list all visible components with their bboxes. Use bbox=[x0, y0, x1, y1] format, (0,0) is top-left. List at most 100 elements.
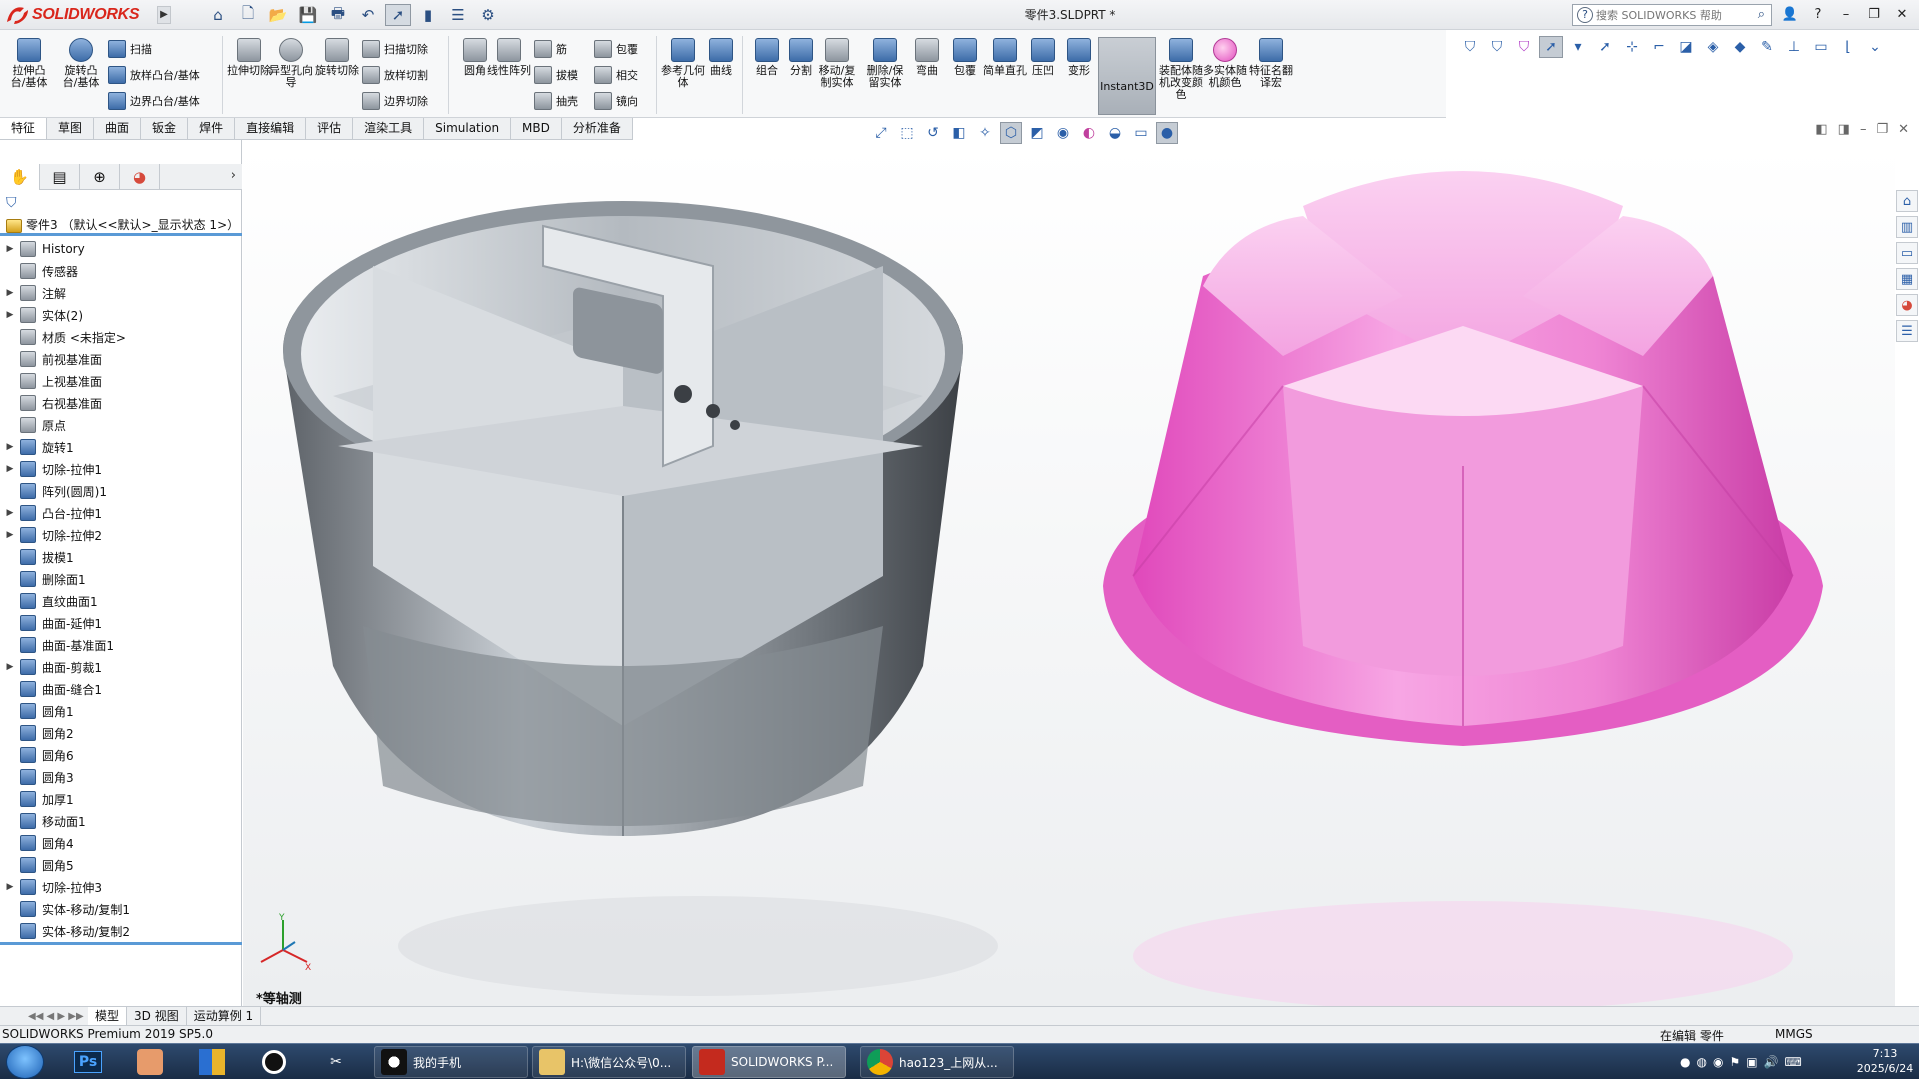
delete-keep-body-button[interactable]: 删除/保留实体 bbox=[862, 36, 908, 116]
start-button[interactable] bbox=[6, 1045, 44, 1079]
home-icon[interactable]: ⌂ bbox=[205, 4, 231, 26]
dynamic-annotation-icon[interactable]: ✧ bbox=[974, 122, 996, 144]
taskbar-window-folder[interactable]: H:\微信公众号\0... bbox=[532, 1046, 686, 1078]
view-orientation-icon[interactable]: ⬡ bbox=[1000, 122, 1022, 144]
tab-surfaces[interactable]: 曲面 bbox=[94, 118, 142, 139]
configuration-manager-tab-icon[interactable]: ⊕ bbox=[80, 164, 120, 190]
solidworks-logo[interactable]: SOLIDWORKS bbox=[4, 3, 154, 27]
feature-translate-macro-button[interactable]: 特征名翻译宏 bbox=[1248, 36, 1294, 116]
tree-item[interactable]: 前视基准面 bbox=[0, 348, 242, 370]
photoshop-icon[interactable]: Ps bbox=[66, 1046, 110, 1078]
minimize-button[interactable]: – bbox=[1833, 4, 1859, 26]
tab-render-tools[interactable]: 渲染工具 bbox=[353, 118, 425, 139]
body-filter-icon[interactable]: ◆ bbox=[1728, 36, 1752, 58]
taskbar-window-browser[interactable]: hao123_上网从... bbox=[860, 1046, 1014, 1078]
extrude-boss-button[interactable]: 拉伸凸台/基体 bbox=[6, 36, 52, 116]
select-dropdown-icon[interactable]: ▾ bbox=[1566, 36, 1590, 58]
file-properties-icon[interactable]: ☰ bbox=[445, 4, 471, 26]
filter-toggle-icon[interactable]: ⛉ bbox=[1485, 36, 1509, 58]
tree-item[interactable]: 圆角6 bbox=[0, 744, 242, 766]
custom-properties-icon[interactable]: ☰ bbox=[1896, 320, 1918, 342]
boundary-boss-button[interactable]: 边界凸台/基体 bbox=[108, 90, 200, 112]
taskbar-window-phone[interactable]: 我的手机 bbox=[374, 1046, 528, 1078]
tree-item[interactable]: ▶ 旋转1 bbox=[0, 436, 242, 458]
units-selector[interactable]: MMGS bbox=[1775, 1027, 1813, 1041]
assembly-random-color-button[interactable]: 装配体随机改变颜色 bbox=[1158, 36, 1204, 116]
tab-model[interactable]: 模型 bbox=[88, 1007, 128, 1025]
revolve-cut-button[interactable]: 旋转切除 bbox=[314, 36, 360, 116]
open-icon[interactable]: 📂 bbox=[265, 4, 291, 26]
tools-icon[interactable]: ✂ bbox=[314, 1046, 358, 1078]
extrude-cut-button[interactable]: 拉伸切除 bbox=[226, 36, 272, 116]
tab-sketch[interactable]: 草图 bbox=[47, 118, 95, 139]
expand-arrow-icon[interactable]: ▶ bbox=[0, 508, 20, 518]
tree-item[interactable]: ▶ 凸台-拉伸1 bbox=[0, 502, 242, 524]
user-icon[interactable]: 👤 bbox=[1777, 4, 1803, 26]
zoom-to-area-icon[interactable]: ⬚ bbox=[896, 122, 918, 144]
expand-arrow-icon[interactable]: ▶ bbox=[0, 310, 20, 320]
viewport-restore-button[interactable]: ❐ bbox=[1876, 122, 1888, 137]
resources-icon[interactable]: ⌂ bbox=[1896, 190, 1918, 212]
tree-item[interactable]: ▶ History bbox=[0, 238, 242, 260]
collapse-toolbar-icon[interactable]: ⌄ bbox=[1863, 36, 1887, 58]
search-icon[interactable]: ⌕ bbox=[1758, 7, 1765, 22]
property-manager-tab-icon[interactable]: ▤ bbox=[40, 164, 80, 190]
search-input[interactable] bbox=[1596, 8, 1756, 22]
instant3d-button[interactable]: Instant3D bbox=[1098, 37, 1156, 115]
feature-tree-root[interactable]: 零件3 （默认<<默认>_显示状态 1>） bbox=[6, 216, 239, 233]
feature-manager-tab-icon[interactable]: ✋ bbox=[0, 164, 40, 190]
tree-item[interactable]: 圆角3 bbox=[0, 766, 242, 788]
options-icon[interactable]: ⚙ bbox=[475, 4, 501, 26]
zoom-to-fit-icon[interactable]: ⤢ bbox=[870, 122, 892, 144]
tree-item[interactable]: 删除面1 bbox=[0, 568, 242, 590]
expand-arrow-icon[interactable]: ▶ bbox=[0, 882, 20, 892]
help-menu-icon[interactable]: ? bbox=[1805, 4, 1831, 26]
tree-item[interactable]: 圆角4 bbox=[0, 832, 242, 854]
tray-volume-icon[interactable]: 🔊 bbox=[1764, 1055, 1779, 1069]
axis-filter-icon[interactable]: ⌊ bbox=[1836, 36, 1860, 58]
select-arrow-icon[interactable]: ➚ bbox=[1539, 36, 1563, 58]
tree-item[interactable]: 移动面1 bbox=[0, 810, 242, 832]
rollback-bar[interactable] bbox=[0, 942, 242, 945]
taskbar-window-solidworks[interactable]: SOLIDWORKS P... bbox=[692, 1046, 846, 1078]
move-copy-body-button[interactable]: 移动/复制实体 bbox=[814, 36, 860, 116]
realview-icon[interactable]: ● bbox=[1156, 122, 1178, 144]
record-icon[interactable] bbox=[252, 1046, 296, 1078]
dimension-filter-icon[interactable]: ⊥ bbox=[1782, 36, 1806, 58]
display-manager-tab-icon[interactable]: ◕ bbox=[120, 164, 160, 190]
gray-bucket-body[interactable] bbox=[283, 201, 963, 836]
tab-simulation[interactable]: Simulation bbox=[424, 118, 512, 139]
restore-button[interactable]: ❐ bbox=[1861, 4, 1887, 26]
apply-scene-icon[interactable]: ◒ bbox=[1104, 122, 1126, 144]
tab-features[interactable]: 特征 bbox=[0, 118, 48, 139]
taskbar-clock[interactable]: 7:13 2025/6/24 bbox=[1855, 1046, 1915, 1076]
rib-button[interactable]: 筋 bbox=[534, 38, 567, 60]
view-palette-icon[interactable]: ▦ bbox=[1896, 268, 1918, 290]
tree-filter-icon[interactable]: ⛉ bbox=[6, 195, 17, 211]
design-library-icon[interactable]: ▥ bbox=[1896, 216, 1918, 238]
graphics-area[interactable] bbox=[243, 146, 1895, 1006]
sweep-cut-button[interactable]: 扫描切除 bbox=[362, 38, 428, 60]
deform-button[interactable]: 变形 bbox=[1056, 36, 1102, 116]
tree-item[interactable]: 传感器 bbox=[0, 260, 242, 282]
draft-button[interactable]: 拔模 bbox=[534, 64, 578, 86]
undo-icon[interactable]: ↶ bbox=[355, 4, 381, 26]
curves-button[interactable]: 曲线 bbox=[698, 36, 744, 116]
tray-app-icon[interactable]: ● bbox=[1680, 1055, 1690, 1069]
tab-3d-views[interactable]: 3D 视图 bbox=[127, 1007, 187, 1025]
hole-wizard-button[interactable]: 异型孔向导 bbox=[268, 36, 314, 116]
tree-item[interactable]: 右视基准面 bbox=[0, 392, 242, 414]
surface-filter-icon[interactable]: ◈ bbox=[1701, 36, 1725, 58]
tree-item[interactable]: 圆角5 bbox=[0, 854, 242, 876]
face-filter-icon[interactable]: ◪ bbox=[1674, 36, 1698, 58]
filter-edges-icon[interactable]: ⛉ bbox=[1512, 36, 1536, 58]
tab-evaluate[interactable]: 评估 bbox=[306, 118, 354, 139]
expand-arrow-icon[interactable]: ▶ bbox=[0, 244, 20, 254]
tree-item[interactable]: 直纹曲面1 bbox=[0, 590, 242, 612]
boundary-cut-button[interactable]: 边界切除 bbox=[362, 90, 428, 112]
edit-appearance-icon[interactable]: ◐ bbox=[1078, 122, 1100, 144]
select-other-icon[interactable]: ➚ bbox=[1593, 36, 1617, 58]
tray-security-icon[interactable]: ◉ bbox=[1713, 1055, 1723, 1069]
expand-arrow-icon[interactable]: ▶ bbox=[0, 530, 20, 540]
select-icon[interactable]: ➚ bbox=[385, 4, 411, 26]
